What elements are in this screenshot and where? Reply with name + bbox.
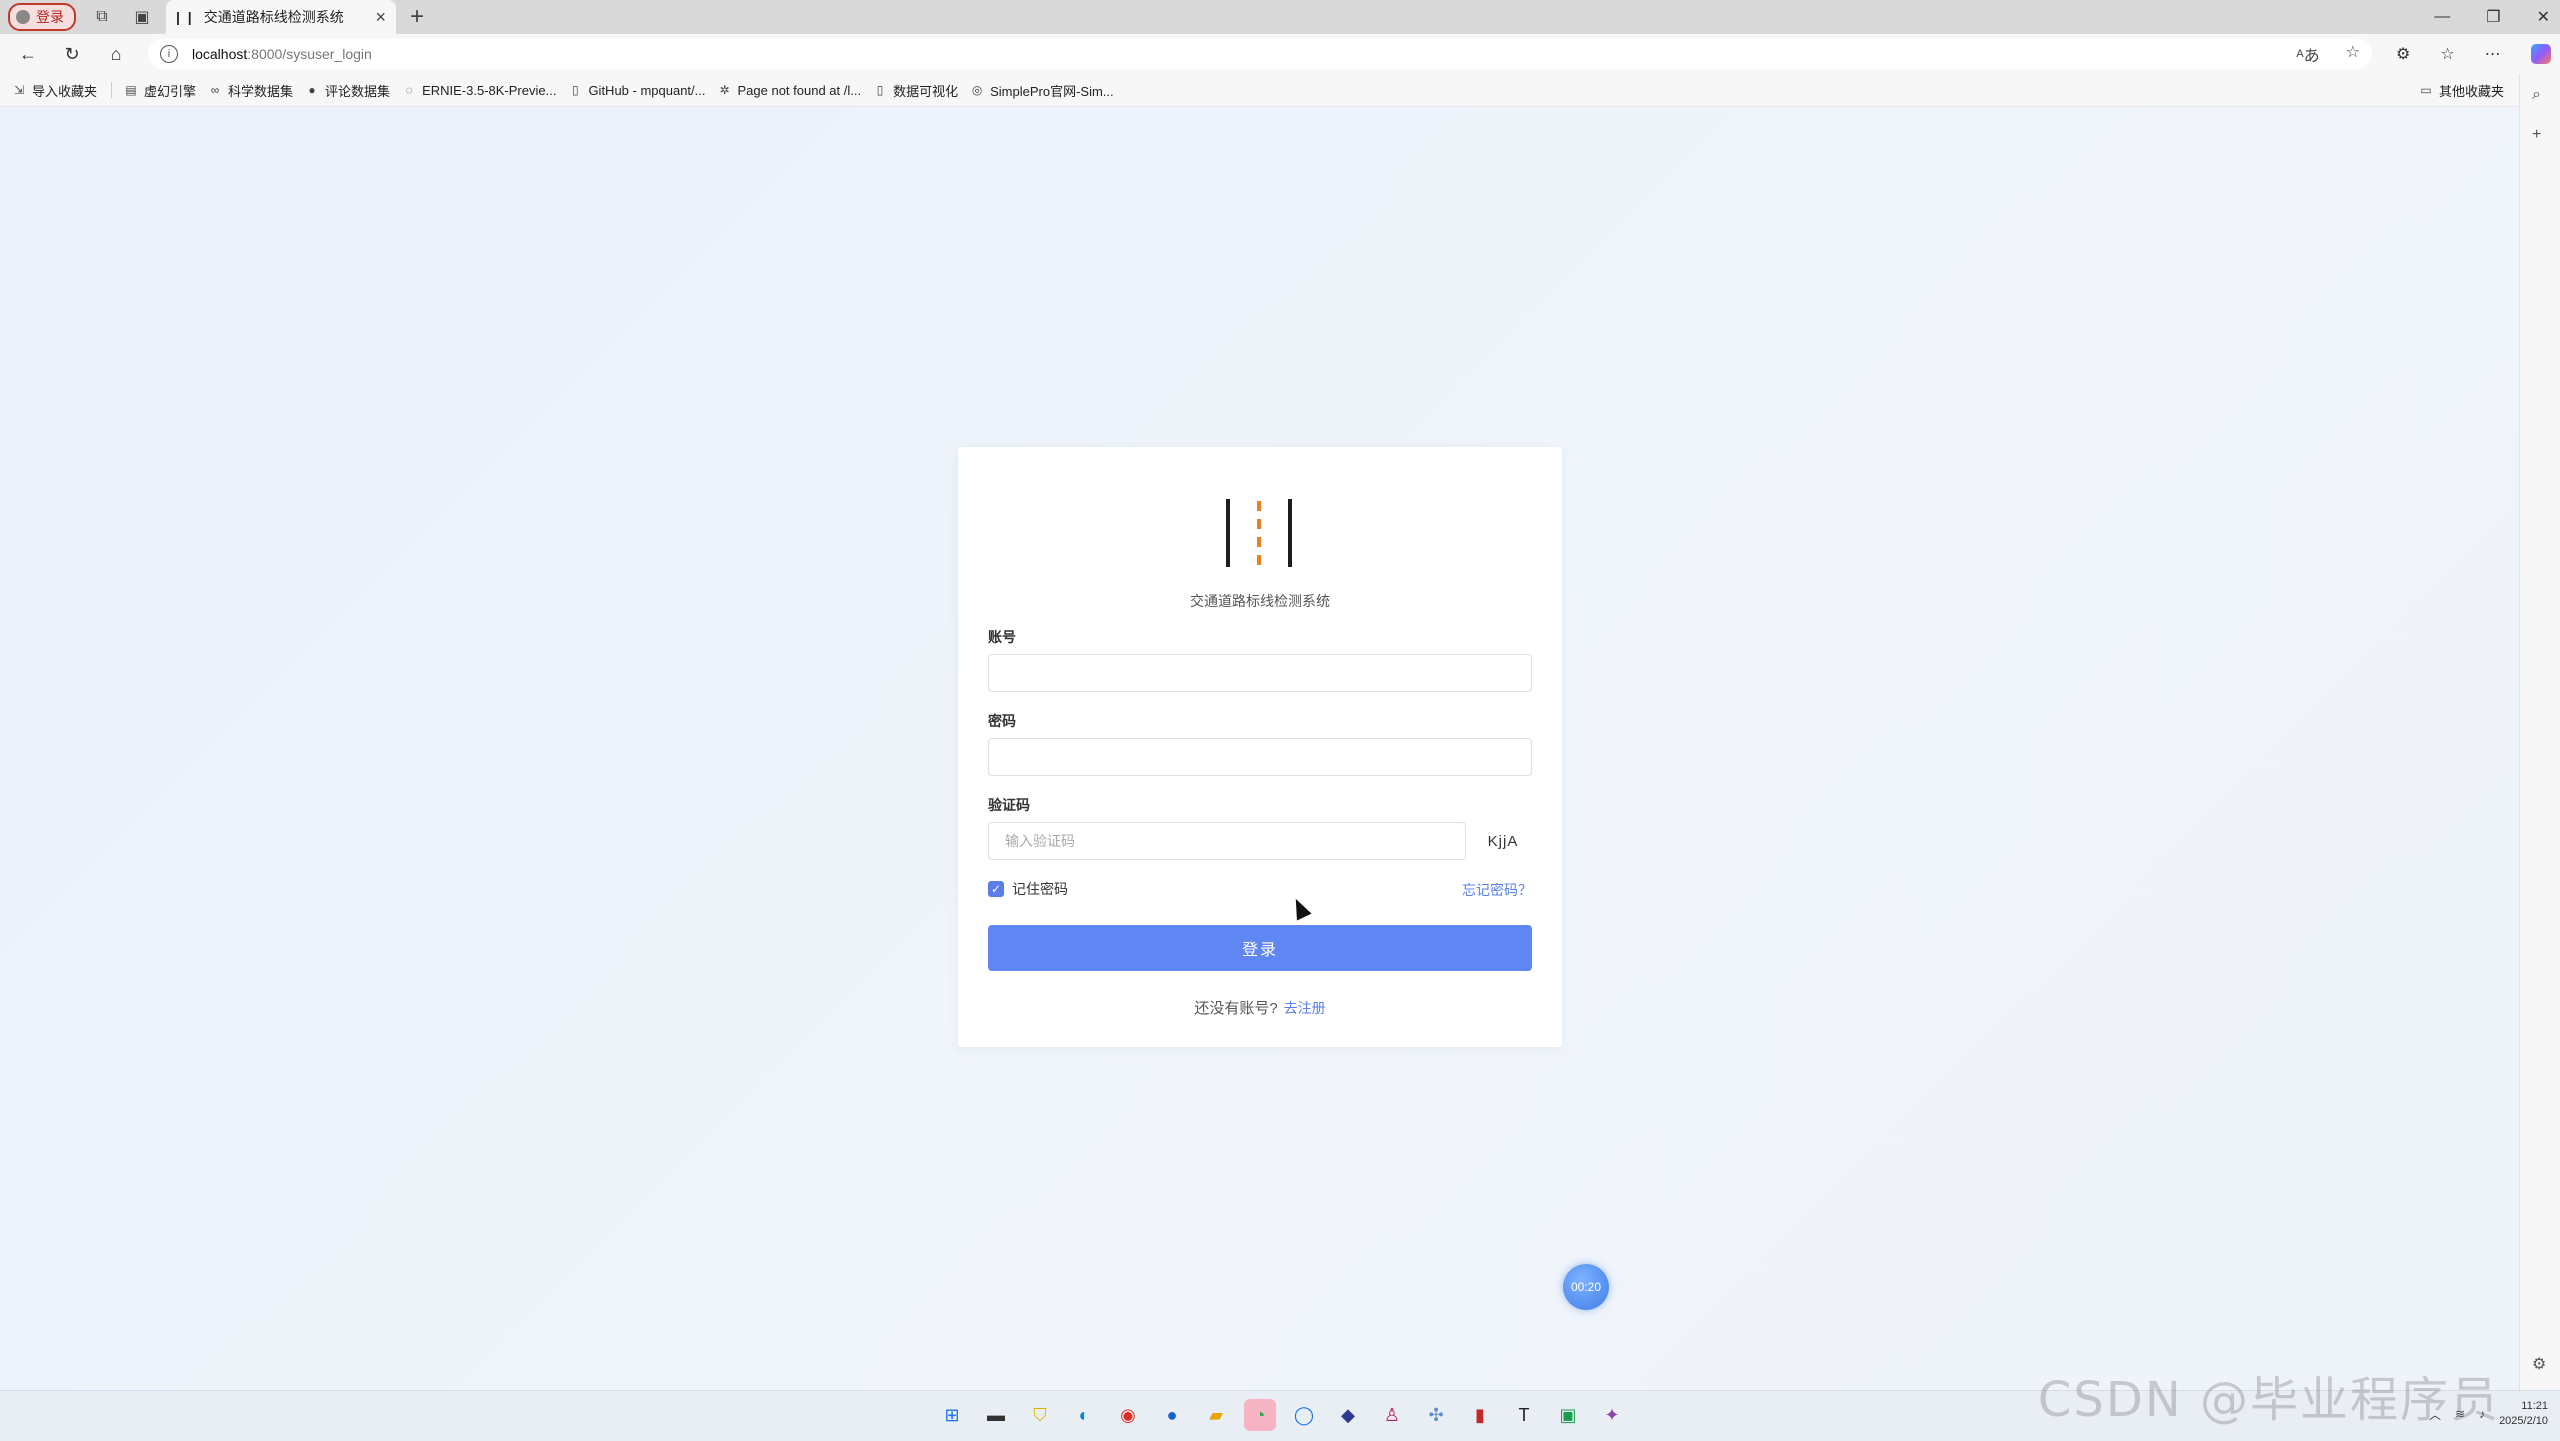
tab-actions-icon[interactable]: ▣ <box>128 3 156 31</box>
home-icon[interactable]: ⌂ <box>100 38 132 70</box>
bookmark-item[interactable]: ● 评论数据集 <box>305 81 390 100</box>
profile-button[interactable]: 登录 <box>8 3 76 31</box>
file-explorer-icon[interactable]: ▬ <box>980 1399 1012 1431</box>
bookmark-item[interactable]: ∞ 科学数据集 <box>208 81 293 100</box>
bookmark-item[interactable]: ◎ SimplePro官网-Sim... <box>970 81 1114 100</box>
watermark: CSDN @毕业程序员 <box>2037 1372 2500 1428</box>
bookmark-item[interactable]: ◌ ERNIE-3.5-8K-Previe... <box>402 83 556 98</box>
profile-avatar-icon <box>16 10 30 24</box>
account-input[interactable] <box>988 654 1532 692</box>
register-link[interactable]: 去注册 <box>1284 1000 1326 1016</box>
road-marking-logo-icon <box>1222 499 1298 567</box>
close-window-icon[interactable]: ✕ <box>2537 7 2550 27</box>
clock-date: 2025/2/10 <box>2499 1415 2548 1427</box>
minimize-icon[interactable]: — <box>2434 8 2450 26</box>
active-tab[interactable]: | | 交通道路标线检测系统 × <box>166 0 396 34</box>
address-bar[interactable]: i localhost:8000/sysuser_login ᴬあ ☆ <box>148 39 2372 69</box>
captcha-label: 验证码 <box>988 797 1030 813</box>
bookmark-divider <box>111 82 113 98</box>
avatar-app-icon[interactable]: ♙ <box>1376 1399 1408 1431</box>
network-app-icon[interactable]: ✣ <box>1420 1399 1452 1431</box>
profile-label: 登录 <box>36 9 64 25</box>
favorites-icon[interactable]: ☆ <box>2440 44 2454 64</box>
login-button[interactable]: 登录 <box>988 925 1532 971</box>
page-icon: ▯ <box>876 83 884 97</box>
bookmark-item[interactable]: ▤ 虚幻引擎 <box>124 81 196 100</box>
ide-app-icon[interactable]: ◆ <box>1332 1399 1364 1431</box>
account-label: 账号 <box>988 629 1016 645</box>
reload-icon[interactable]: ↻ <box>56 38 88 70</box>
bookmark-item[interactable]: ✲ Page not found at /l... <box>718 83 861 98</box>
bookmark-item[interactable]: ⇲ 导入收藏夹 <box>12 81 97 100</box>
login-card: 交通道路标线检测系统 账号 密码 验证码 KjjA ✓ 记住密码 忘记密码？ 登… <box>958 447 1562 1047</box>
tab-favicon-icon: | | <box>176 9 194 25</box>
forgot-password-link[interactable]: 忘记密码？ <box>1462 880 1532 900</box>
site-info-icon[interactable]: i <box>160 45 178 63</box>
edge-browser-icon[interactable]: ◐ <box>1068 1399 1100 1431</box>
folder-app-icon[interactable]: ▰ <box>1200 1399 1232 1431</box>
bookmark-item[interactable]: ▯ GitHub - mpquant/... <box>568 83 705 98</box>
red-app-icon[interactable]: ▮ <box>1464 1399 1496 1431</box>
more-menu-icon[interactable]: ⋯ <box>2485 44 2501 64</box>
close-tab-icon[interactable]: × <box>375 7 386 28</box>
page-icon: ▤ <box>125 83 137 97</box>
settings-icon[interactable]: ⚙ <box>2532 1354 2546 1374</box>
timer-bubble[interactable]: 00:20 <box>1563 1264 1609 1310</box>
clock-time: 11:21 <box>2521 1400 2548 1412</box>
paddle-icon: ✲ <box>719 83 730 97</box>
remember-password[interactable]: ✓ 记住密码 <box>988 879 1068 899</box>
url-host: localhost <box>192 46 248 62</box>
password-label: 密码 <box>988 713 1016 729</box>
shield-app-icon[interactable]: ⛉ <box>1024 1399 1056 1431</box>
url-path: :8000/sysuser_login <box>247 46 372 62</box>
bookmark-item[interactable]: ▯ 数据可视化 <box>873 81 958 100</box>
back-icon[interactable]: ← <box>12 38 44 70</box>
add-icon[interactable]: + <box>2532 126 2541 144</box>
copilot-icon[interactable] <box>2530 44 2551 64</box>
chrome-browser-icon[interactable]: ◉ <box>1112 1399 1144 1431</box>
new-tab-icon[interactable]: + <box>410 3 424 31</box>
page-content: 交通道路标线检测系统 账号 密码 验证码 KjjA ✓ 记住密码 忘记密码？ 登… <box>0 107 2519 1390</box>
system-name: 交通道路标线检测系统 <box>1190 593 1330 609</box>
chat-app-icon[interactable]: ◯ <box>1288 1399 1320 1431</box>
tab-strip: 登录 ⧉ ▣ | | 交通道路标线检测系统 × + — ❐ ✕ <box>0 0 2560 34</box>
browser-toolbar: ← ↻ ⌂ i localhost:8000/sysuser_login ᴬあ … <box>0 34 2560 74</box>
link-icon: ∞ <box>210 83 220 97</box>
other-bookmarks[interactable]: ▭ 其他收藏夹 <box>2419 81 2504 100</box>
password-input[interactable] <box>988 738 1532 776</box>
windows-start-icon[interactable]: ⊞ <box>936 1399 968 1431</box>
github-icon: ● <box>308 83 316 97</box>
import-icon: ⇲ <box>13 83 25 97</box>
simplepro-icon: ◎ <box>971 83 983 97</box>
translate-icon[interactable]: ᴬあ <box>2296 42 2319 66</box>
wechat-icon[interactable]: ◔ <box>1244 1399 1276 1431</box>
browser-sidebar: ⌕ + ⚙ <box>2519 74 2560 1390</box>
captcha-input[interactable] <box>988 822 1466 860</box>
typora-icon[interactable]: T <box>1508 1399 1540 1431</box>
circle-app-icon[interactable]: ● <box>1156 1399 1188 1431</box>
register-line: 还没有账号? 去注册 <box>958 997 1562 1018</box>
favorite-star-icon[interactable]: ☆ <box>2346 42 2360 66</box>
clock[interactable]: 11:21 2025/2/10 <box>2499 1399 2548 1429</box>
extensions-icon[interactable]: ⚙ <box>2396 44 2410 64</box>
taskbar-apps: ⊞ ▬ ⛉ ◐ ◉ ● ▰ ◔ ◯ ◆ ♙ ✣ ▮ T ▣ ✦ <box>936 1399 1628 1431</box>
app-icon[interactable]: ✦ <box>1596 1399 1628 1431</box>
tab-title: 交通道路标线检测系统 <box>203 9 344 25</box>
pycharm-icon[interactable]: ▣ <box>1552 1399 1584 1431</box>
register-prompt: 还没有账号? <box>1194 1000 1278 1017</box>
captcha-code[interactable]: KjjA <box>1474 822 1532 860</box>
window-controls: — ❐ ✕ <box>2434 0 2550 34</box>
folder-icon: ▭ <box>2420 83 2432 97</box>
remember-checkbox[interactable]: ✓ <box>988 881 1004 897</box>
bookmarks-bar: ⇲ 导入收藏夹 ▤ 虚幻引擎 ∞ 科学数据集 ● 评论数据集 ◌ ERNIE-3.5-8K… <box>0 74 2560 107</box>
restore-icon[interactable]: ❐ <box>2486 7 2500 27</box>
page-icon: ▯ <box>572 83 579 97</box>
remember-label: 记住密码 <box>1012 881 1068 897</box>
ernie-icon: ◌ <box>405 83 413 97</box>
workspaces-icon[interactable]: ⧉ <box>88 3 116 31</box>
search-icon[interactable]: ⌕ <box>2532 86 2541 104</box>
